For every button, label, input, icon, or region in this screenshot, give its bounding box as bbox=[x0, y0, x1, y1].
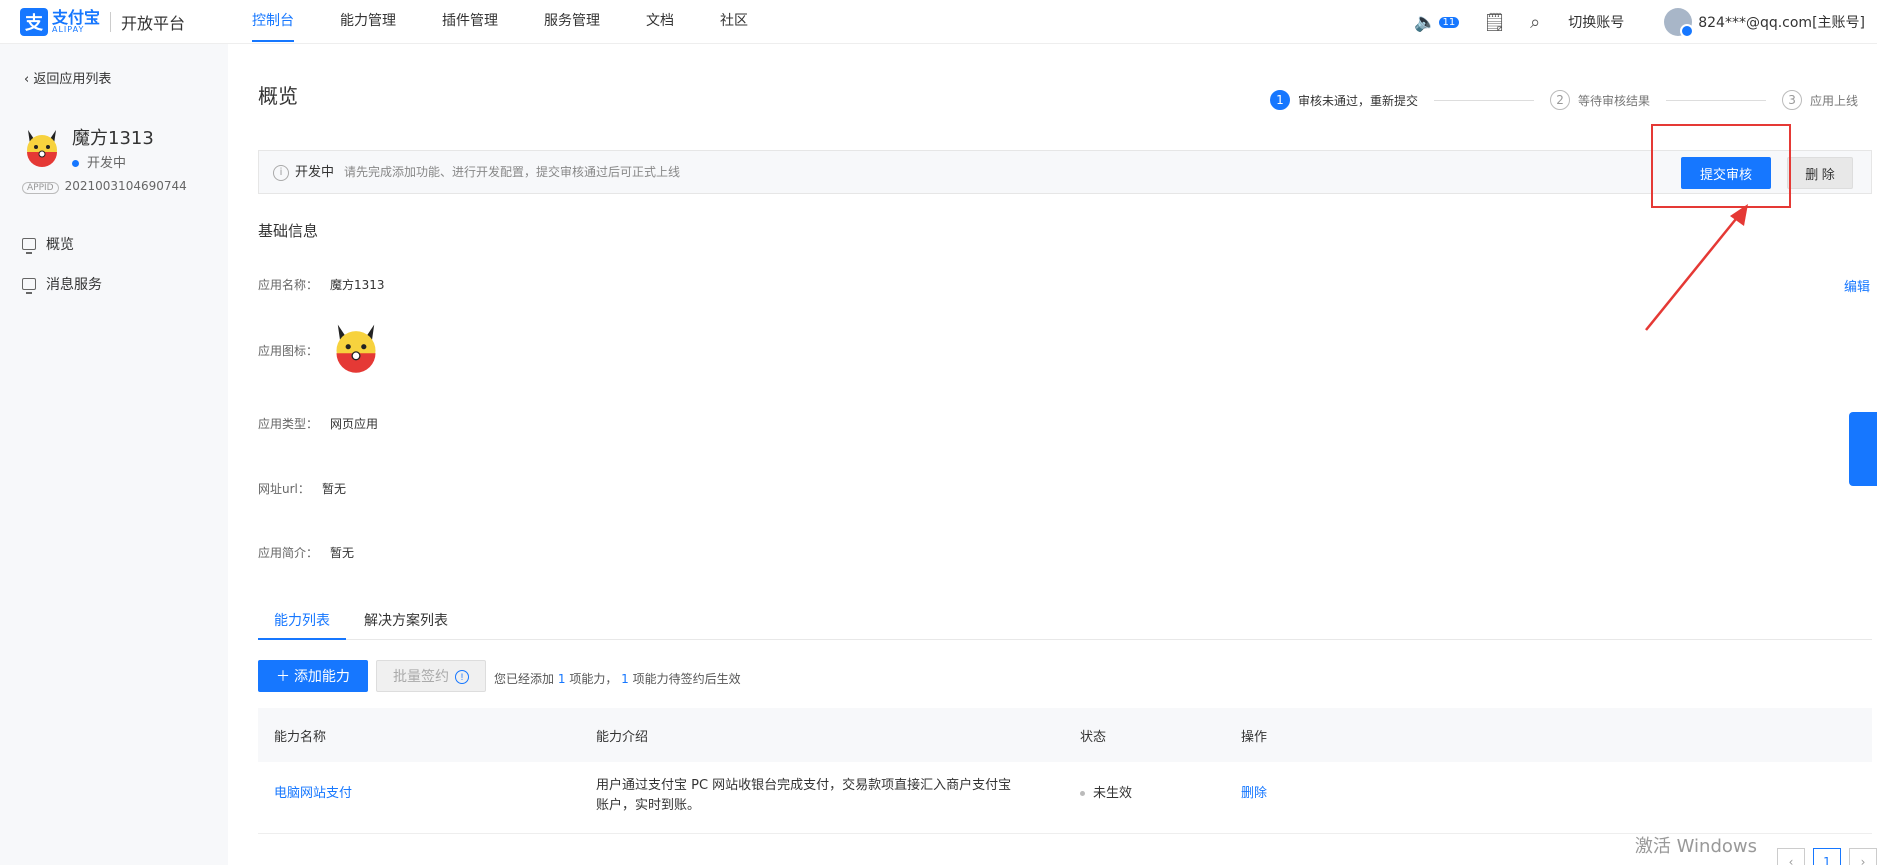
nav-console[interactable]: 控制台 bbox=[252, 0, 294, 44]
app-name: 魔方1313 bbox=[72, 128, 154, 149]
sidebar-item-overview[interactable]: 概览 bbox=[22, 224, 102, 264]
header-action: 操作 bbox=[1241, 730, 1268, 745]
review-steps: 1 审核未通过，重新提交 2 等待审核结果 3 应用上线 bbox=[1270, 90, 1858, 110]
status-bar: i 开发中 请先完成添加功能、进行开发配置，提交审核通过后可正式上线 提交审核 删 … bbox=[258, 150, 1872, 194]
chevron-left-icon[interactable]: ‹ bbox=[1777, 848, 1805, 865]
nav-capability[interactable]: 能力管理 bbox=[340, 0, 396, 44]
edit-link[interactable]: 编辑 bbox=[1844, 276, 1870, 295]
table-header: 能力名称 能力介绍 状态 操作 bbox=[258, 708, 1872, 762]
status-hint: 请先完成添加功能、进行开发配置，提交审核通过后可正式上线 bbox=[344, 165, 681, 179]
logo-text-en: ALIPAY bbox=[52, 25, 85, 34]
field-intro: 应用简介： 暂无 bbox=[258, 546, 355, 560]
batch-sign-button[interactable]: 批量签约! bbox=[376, 660, 486, 692]
info-icon: ! bbox=[455, 670, 469, 685]
basic-info-title: 基础信息 bbox=[258, 222, 319, 240]
tab-capability-list[interactable]: 能力列表 bbox=[258, 604, 346, 640]
pagination: ‹ 1 › bbox=[1769, 848, 1877, 865]
app-avatar-icon bbox=[27, 130, 57, 167]
step-3: 3 应用上线 bbox=[1782, 90, 1858, 110]
side-menu: 概览 消息服务 bbox=[22, 224, 102, 304]
main-content: 概览 1 审核未通过，重新提交 2 等待审核结果 3 应用上线 i 开发中 请先完成添加功… bbox=[258, 44, 1877, 865]
app-icon-image bbox=[336, 324, 376, 373]
field-url: 网址url： 暂无 bbox=[258, 482, 347, 496]
step-1: 1 审核未通过，重新提交 bbox=[1270, 90, 1418, 110]
delete-app-button[interactable]: 删 除 bbox=[1787, 157, 1853, 189]
alipay-logo[interactable]: 支 支付宝 ALIPAY 开放平台 bbox=[20, 8, 185, 36]
status-badge: 未生效 bbox=[1080, 782, 1132, 801]
logo-text-cn: 支付宝 bbox=[52, 8, 101, 27]
chevron-left-icon: ‹ bbox=[24, 72, 34, 87]
table-row: 电脑网站支付 用户通过支付宝 PC 网站收银台完成支付，交易款项直接汇入商户支付… bbox=[258, 762, 1872, 834]
capability-name-link[interactable]: 电脑网站支付 bbox=[274, 782, 352, 801]
sidebar-item-message-service[interactable]: 消息服务 bbox=[22, 264, 102, 304]
main-nav: 控制台 能力管理 插件管理 服务管理 文档 社区 bbox=[252, 0, 794, 44]
info-icon: i bbox=[273, 164, 289, 181]
switch-account-link[interactable]: 切换账号 bbox=[1568, 12, 1624, 32]
field-app-icon: 应用图标： bbox=[258, 344, 319, 358]
logo-divider bbox=[110, 12, 112, 32]
header-capability-name: 能力名称 bbox=[274, 730, 327, 745]
monitor-icon bbox=[22, 238, 36, 254]
nav-docs[interactable]: 文档 bbox=[646, 0, 674, 44]
search-icon[interactable]: ⌕ bbox=[1530, 12, 1540, 33]
back-to-app-list-link[interactable]: ‹ 返回应用列表 bbox=[24, 68, 111, 87]
plus-icon: ＋ bbox=[276, 668, 294, 684]
tab-solution-list[interactable]: 解决方案列表 bbox=[364, 604, 448, 638]
user-avatar[interactable] bbox=[1664, 8, 1695, 38]
monitor-icon bbox=[22, 278, 36, 294]
header-capability-desc: 能力介绍 bbox=[596, 730, 649, 745]
list-tabs: 能力列表 解决方案列表 bbox=[258, 604, 1872, 640]
platform-name: 开放平台 bbox=[121, 14, 186, 33]
added-capability-note: 您已经添加 1 项能力， 1 项能力待签约后生效 bbox=[494, 672, 741, 686]
sidebar: ‹ 返回应用列表 魔方1313 开发中 APPID 202100310469074… bbox=[0, 44, 228, 865]
capability-desc: 用户通过支付宝 PC 网站收银台完成支付，交易款项直接汇入商户支付宝账户，实时到… bbox=[596, 778, 1012, 813]
status-label: 开发中 bbox=[295, 165, 335, 180]
nav-service[interactable]: 服务管理 bbox=[544, 0, 600, 44]
document-icon[interactable]: 🗒 bbox=[1483, 12, 1506, 33]
page-title: 概览 bbox=[258, 84, 298, 108]
appid-value: 2021003104690744 bbox=[64, 179, 187, 193]
windows-activation-watermark: 激活 Windows bbox=[1634, 836, 1757, 857]
field-app-name: 应用名称： 魔方1313 bbox=[258, 278, 385, 292]
speaker-icon: 🔈 bbox=[1414, 11, 1437, 33]
nav-plugin[interactable]: 插件管理 bbox=[442, 0, 498, 44]
alipay-logo-icon: 支 bbox=[20, 8, 48, 36]
add-capability-button[interactable]: ＋ 添加能力 bbox=[258, 660, 368, 692]
step-2: 2 等待审核结果 bbox=[1550, 90, 1650, 110]
red-arrow-annotation bbox=[1645, 204, 1748, 331]
field-app-type: 应用类型： 网页应用 bbox=[258, 417, 379, 431]
appid-tag: APPID bbox=[22, 182, 59, 194]
floating-help-tab[interactable] bbox=[1849, 412, 1877, 486]
page-number[interactable]: 1 bbox=[1813, 848, 1841, 865]
delete-capability-link[interactable]: 删除 bbox=[1241, 782, 1267, 801]
header-status: 状态 bbox=[1080, 730, 1107, 745]
nav-community[interactable]: 社区 bbox=[720, 0, 748, 44]
app-status: 开发中 bbox=[72, 152, 126, 171]
notification-badge: 11 bbox=[1438, 17, 1460, 28]
capability-table: 能力名称 能力介绍 状态 操作 电脑网站支付 用户通过支付宝 PC 网站收银台完… bbox=[258, 708, 1872, 834]
notification-button[interactable]: 🔈 11 bbox=[1414, 11, 1460, 33]
account-name[interactable]: 824***@qq.com[主账号] bbox=[1698, 12, 1865, 32]
chevron-right-icon[interactable]: › bbox=[1849, 848, 1877, 865]
top-navigation-bar: 支 支付宝 ALIPAY 开放平台 控制台 能力管理 插件管理 服务管理 文档 … bbox=[0, 0, 1877, 44]
